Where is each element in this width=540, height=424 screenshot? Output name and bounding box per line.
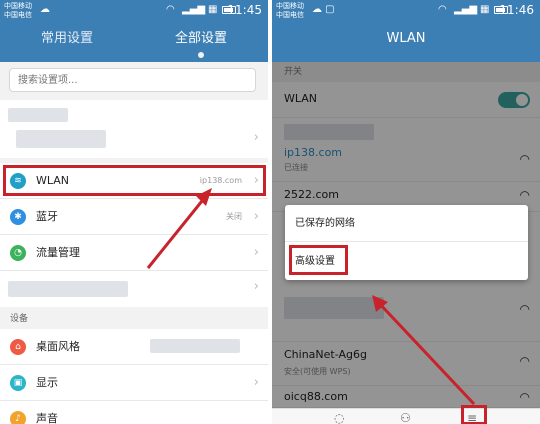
blurred-row: › — [0, 271, 268, 307]
row-label: 流量管理 — [36, 246, 80, 259]
status-time: 11:45 — [227, 3, 262, 17]
blurred-group: › — [0, 100, 268, 158]
header-bar: 中国移动 中国电信 ☁ ▢ ◠ ▂▄▆ ▦ 11:46 WLAN — [272, 0, 540, 62]
chevron-right-icon: › — [253, 375, 259, 390]
page-title: WLAN — [386, 31, 426, 46]
chevron-right-icon: › — [253, 245, 259, 260]
row-label: 蓝牙 — [36, 210, 58, 223]
signal2-icon: ▦ — [208, 4, 218, 15]
notification-icon: ☁ ▢ — [312, 4, 335, 15]
tab-common-settings[interactable]: 常用设置 — [0, 28, 134, 62]
status-bar: 中国移动 中国电信 ☁ ◠ ▂▄▆ ▦ 11:45 — [0, 0, 268, 22]
data-usage-icon: ◔ — [10, 245, 26, 261]
display-icon: ▣ — [10, 375, 26, 391]
highlight-box-wlan — [3, 165, 266, 196]
row-label: 桌面风格 — [36, 340, 80, 353]
menu-item-saved-networks[interactable]: 已保存的网络 — [285, 205, 528, 242]
tab-bar: 常用设置 全部设置 — [0, 28, 268, 62]
blurred-content — [8, 281, 128, 297]
search-input[interactable] — [9, 68, 256, 92]
highlight-box-advanced — [289, 245, 348, 275]
notification-icon: ☁ — [40, 4, 50, 15]
refresh-icon[interactable]: ◌ — [334, 411, 344, 424]
status-time: 11:46 — [499, 3, 534, 17]
tab-all-settings[interactable]: 全部设置 — [134, 28, 268, 62]
settings-row-theme[interactable]: ⌂ 桌面风格 — [0, 329, 268, 365]
wifi-status-icon: ◠ — [166, 4, 175, 15]
settings-screen: 中国移动 中国电信 ☁ ◠ ▂▄▆ ▦ 11:45 常用设置 全部设置 › ≋ … — [0, 0, 268, 424]
sound-icon: ♪ — [10, 411, 26, 424]
bottom-action-bar: ◌ ⚇ ≡ — [272, 408, 540, 424]
settings-row-display[interactable]: ▣ 显示 › — [0, 365, 268, 401]
settings-row-bluetooth[interactable]: ✱ 蓝牙 关闭 › — [0, 199, 268, 235]
carrier-info: 中国移动 中国电信 — [4, 2, 32, 20]
home-icon: ⌂ — [10, 339, 26, 355]
blurred-content — [8, 108, 68, 122]
carrier-info: 中国移动 中国电信 — [276, 2, 304, 20]
header-bar: 中国移动 中国电信 ☁ ◠ ▂▄▆ ▦ 11:45 常用设置 全部设置 — [0, 0, 268, 62]
settings-row-sound[interactable]: ♪ 声音 — [0, 401, 268, 424]
carrier-bottom: 中国电信 — [276, 11, 304, 19]
status-bar: 中国移动 中国电信 ☁ ▢ ◠ ▂▄▆ ▦ 11:46 — [272, 0, 540, 22]
row-label: 显示 — [36, 376, 58, 389]
section-header-device: 设备 — [0, 309, 268, 329]
row-value: 关闭 — [226, 212, 242, 221]
highlight-box-menu — [461, 405, 487, 424]
blurred-content — [16, 130, 106, 148]
device-group: ⌂ 桌面风格 ▣ 显示 › ♪ 声音 — [0, 329, 268, 424]
signal-icon: ▂▄▆ — [182, 4, 206, 15]
chevron-right-icon: › — [253, 209, 259, 224]
row-label: 声音 — [36, 412, 58, 424]
carrier-top: 中国移动 — [4, 2, 32, 10]
carrier-bottom: 中国电信 — [4, 11, 32, 19]
chevron-right-icon: › — [253, 279, 259, 294]
blurred-content — [150, 339, 240, 353]
bluetooth-icon: ✱ — [10, 209, 26, 225]
carrier-top: 中国移动 — [276, 2, 304, 10]
signal-icon: ▂▄▆ — [454, 4, 478, 15]
search-area — [0, 62, 268, 98]
chevron-right-icon: › — [253, 130, 259, 145]
wifi-status-icon: ◠ — [438, 4, 447, 15]
wlan-screen: 中国移动 中国电信 ☁ ▢ ◠ ▂▄▆ ▦ 11:46 WLAN 开关 WLAN… — [272, 0, 540, 424]
settings-row-traffic[interactable]: ◔ 流量管理 › — [0, 235, 268, 271]
signal2-icon: ▦ — [480, 4, 490, 15]
wps-icon[interactable]: ⚇ — [400, 411, 411, 424]
